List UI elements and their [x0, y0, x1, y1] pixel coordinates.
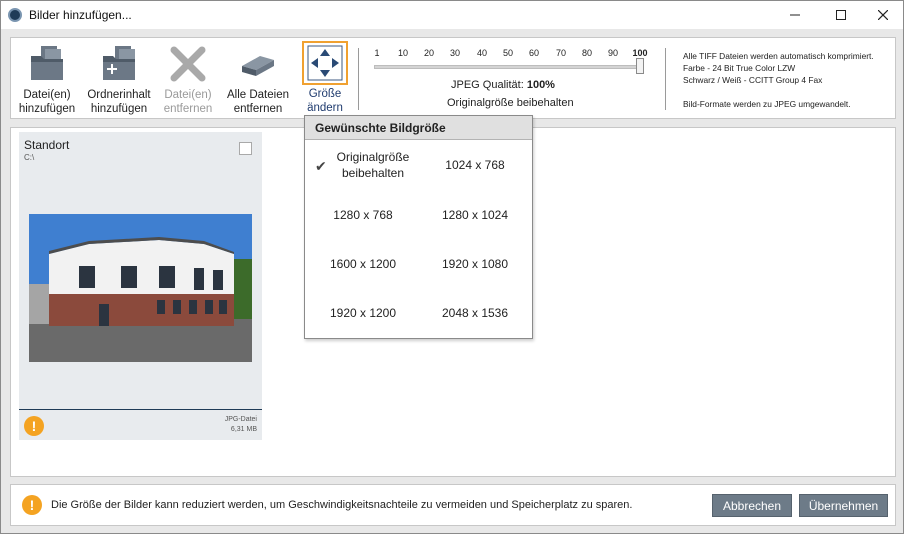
size-option[interactable]: 1920 x 1080 [419, 244, 531, 284]
info-line: Farbe - 24 Bit True Color LZW [683, 63, 796, 73]
resize-highlight [302, 41, 348, 85]
size-option-label: Originalgröße [336, 150, 410, 164]
resize-button[interactable]: Größe ändern [300, 41, 350, 118]
resize-label-2: ändern [307, 102, 343, 114]
quality-slider-track[interactable] [374, 65, 644, 69]
add-folder-label-1: Ordnerinhalt [87, 89, 151, 101]
scale-tick: 80 [581, 48, 593, 58]
warning-icon: ! [24, 416, 44, 436]
size-option[interactable]: 1280 x 1024 [419, 195, 531, 235]
scale-tick: 100 [632, 48, 648, 58]
size-option[interactable]: 1280 x 768 [307, 195, 419, 235]
eraser-icon [242, 56, 274, 76]
scale-tick: 50 [502, 48, 514, 58]
card-file-size: 6,31 MB [230, 426, 257, 433]
image-thumbnail [29, 214, 252, 362]
close-icon[interactable] [861, 1, 904, 29]
card-divider [19, 409, 262, 410]
bottom-message: Die Größe der Bilder kann reduziert werd… [51, 499, 633, 511]
window-title: Bilder hinzufügen... [29, 8, 132, 22]
image-card[interactable]: Standort C:\ ! JPG-Datei 6,31 MB [19, 132, 262, 440]
scale-tick: 1 [374, 48, 380, 58]
size-option[interactable]: 1024 x 768 [419, 145, 531, 185]
info-line: Schwarz / Weiß - CCITT Group 4 Fax [683, 75, 823, 85]
image-size-dropdown: Gewünschte Bildgröße ✔ Originalgröße bei… [304, 115, 533, 339]
size-option[interactable]: Originalgröße beibehalten [317, 145, 429, 185]
scale-tick: 40 [476, 48, 488, 58]
add-files-label-1: Datei(en) [23, 89, 71, 101]
scale-tick: 70 [555, 48, 567, 58]
add-folder-button[interactable]: Ordnerinhalt hinzufügen [83, 44, 155, 118]
resize-label-1: Größe [308, 88, 342, 100]
dialog-window: Bilder hinzufügen... Datei(en) hinzufüge… [0, 0, 904, 534]
size-option[interactable]: 1920 x 1200 [307, 293, 419, 333]
quality-label: JPEG Qualität: 100% [451, 79, 555, 91]
toolbar-separator [358, 48, 359, 110]
quality-slider-thumb[interactable] [636, 58, 644, 74]
add-folder-label-2: hinzufügen [90, 103, 148, 115]
quality-label-value: 100% [526, 79, 555, 91]
toolbar: Datei(en) hinzufügen Ordnerinhalt hinzuf… [10, 37, 896, 119]
minimize-icon[interactable] [773, 1, 817, 29]
info-text: Alle TIFF Dateien werden automatisch kom… [683, 50, 874, 110]
quality-scale: 1 10 20 30 40 50 60 70 80 90 100 [368, 48, 658, 62]
app-icon [8, 8, 22, 22]
remove-files-label-2: entfernen [163, 103, 213, 115]
scale-tick: 10 [397, 48, 409, 58]
quality-size-text: Originalgröße beibehalten [447, 97, 574, 109]
size-option[interactable]: 1600 x 1200 [307, 244, 419, 284]
folder-plus-icon [103, 46, 135, 80]
cancel-button[interactable]: Abbrechen [712, 494, 792, 517]
scale-tick: 30 [449, 48, 461, 58]
folder-files-icon [31, 46, 63, 80]
apply-button[interactable]: Übernehmen [799, 494, 888, 517]
remove-all-button[interactable]: Alle Dateien entfernen [223, 44, 293, 118]
bottom-bar: ! Die Größe der Bilder kann reduziert we… [10, 484, 896, 526]
info-line: Bild-Formate werden zu JPEG umgewandelt. [683, 99, 851, 109]
add-files-button[interactable]: Datei(en) hinzufügen [15, 44, 79, 118]
warning-icon: ! [22, 495, 42, 515]
card-checkbox[interactable] [239, 142, 252, 155]
card-file-type: JPG-Datei [224, 416, 257, 423]
maximize-icon[interactable] [819, 1, 863, 29]
card-file-info: JPG-Datei 6,31 MB [225, 415, 257, 435]
add-files-label-2: hinzufügen [18, 103, 76, 115]
card-path: C:\ [24, 153, 35, 162]
x-icon [170, 46, 206, 82]
remove-files-label-1: Datei(en) [164, 89, 212, 101]
remove-files-button[interactable]: Datei(en) entfernen [157, 44, 219, 118]
dropdown-header: Gewünschte Bildgröße [305, 116, 532, 140]
resize-arrows-icon [307, 45, 343, 81]
scale-tick: 90 [607, 48, 619, 58]
size-option-label: beibehalten [341, 166, 405, 180]
remove-all-label-2: entfernen [233, 103, 283, 115]
card-title: Standort [24, 138, 70, 152]
scale-tick: 20 [423, 48, 435, 58]
remove-all-label-1: Alle Dateien [226, 89, 289, 101]
info-line: Alle TIFF Dateien werden automatisch kom… [683, 51, 874, 61]
quality-label-prefix: JPEG Qualität: [451, 79, 524, 91]
toolbar-separator [665, 48, 666, 110]
scale-tick: 60 [528, 48, 540, 58]
title-bar: Bilder hinzufügen... [1, 1, 903, 29]
size-option[interactable]: 2048 x 1536 [419, 293, 531, 333]
